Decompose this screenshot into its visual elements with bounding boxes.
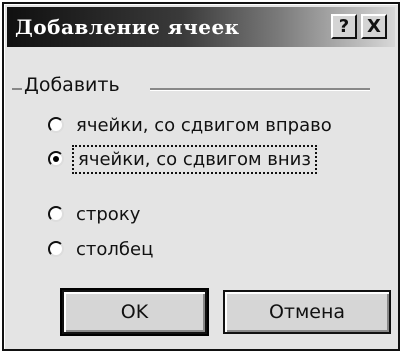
ok-button[interactable]: OK	[60, 288, 209, 336]
radio-label-shift-right: ячейки, со сдвигом вправо	[76, 114, 332, 136]
radio-circle[interactable]	[48, 206, 64, 222]
close-button[interactable]: X	[361, 14, 387, 39]
cancel-button[interactable]: Отмена	[223, 290, 391, 334]
radio-entire-row[interactable]: строку	[48, 201, 140, 227]
radio-shift-down[interactable]: ячейки, со сдвигом вниз	[48, 144, 317, 174]
insert-cells-dialog: Добавление ячеек ? X Добавить ячейки, со…	[2, 2, 400, 351]
group-frame-line	[150, 88, 370, 91]
title-bar: Добавление ячеек ? X	[7, 7, 395, 47]
help-button[interactable]: ?	[331, 14, 357, 39]
radio-circle[interactable]	[48, 117, 64, 133]
radio-selected-dot	[53, 156, 59, 162]
radio-shift-right[interactable]: ячейки, со сдвигом вправо	[48, 112, 332, 138]
radio-circle[interactable]	[48, 241, 64, 257]
group-label: Добавить	[24, 74, 120, 96]
radio-label-shift-down: ячейки, со сдвигом вниз	[72, 144, 317, 174]
dialog-title: Добавление ячеек	[15, 15, 240, 39]
group-frame-left	[12, 88, 22, 90]
radio-label-row: строку	[76, 203, 141, 225]
radio-label-column: столбец	[76, 238, 154, 260]
radio-entire-column[interactable]: столбец	[48, 236, 153, 262]
radio-circle-selected[interactable]	[48, 151, 64, 167]
